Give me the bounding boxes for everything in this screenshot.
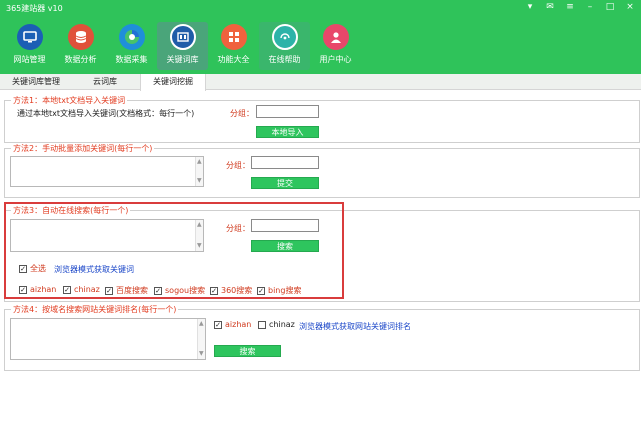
checkbox-box: ✓ — [19, 264, 27, 273]
toolbar-label: 关键词库 — [166, 55, 199, 64]
window-controls: ▾ ✉ ≡ – □ × — [525, 2, 635, 13]
message-icon[interactable]: ✉ — [545, 2, 555, 13]
toolbar-label: 用户中心 — [319, 55, 352, 64]
toolbar-keyword-library[interactable]: 关键词库 — [157, 22, 208, 70]
app-title: 365建站器 v10 — [6, 4, 63, 13]
method1-legend: 方法1：本地txt文档导入关键词 — [11, 95, 128, 106]
engine-360-checkbox[interactable]: ✓ 360搜索 — [210, 285, 252, 296]
tab-keyword-mining[interactable]: 关键词挖掘 — [140, 74, 206, 91]
tab-bar: 关键词库管理 云词库 关键词挖掘 — [0, 74, 641, 91]
headset-icon — [271, 24, 298, 50]
apps-grid-icon — [220, 24, 247, 50]
engine-chinaz-checkbox[interactable]: ✓ chinaz — [63, 285, 100, 294]
close-button[interactable]: × — [625, 2, 635, 13]
method1-description: 通过本地txt文档导入关键词(文档格式：每行一个) — [17, 109, 195, 118]
toolbar-label: 功能大全 — [217, 55, 250, 64]
method2-legend: 方法2：手动批量添加关键词(每行一个) — [11, 143, 155, 154]
top-bar: 365建站器 v10 ▾ ✉ ≡ – □ × 网站管理 数据分析 数据采集 关键… — [0, 0, 641, 74]
select-all-checkbox[interactable]: ✓ 全选 — [19, 263, 46, 274]
main-toolbar: 网站管理 数据分析 数据采集 关键词库 功能大全 在线帮助 用户中心 — [4, 22, 361, 70]
method4-browser-mode[interactable]: 浏览器模式获取网站关键词排名 — [299, 321, 411, 332]
engine-aizhan-checkbox[interactable]: ✓ aizhan — [19, 285, 56, 294]
method1-group: 方法1：本地txt文档导入关键词 — [4, 95, 640, 143]
method2-group-label: 分组： — [226, 161, 250, 170]
method4-aizhan-checkbox[interactable]: ✓ aizhan — [214, 320, 251, 329]
minimize-button[interactable]: – — [585, 2, 595, 13]
toolbar-data-collect[interactable]: 数据采集 — [106, 22, 157, 70]
toolbar-data-analysis[interactable]: 数据分析 — [55, 22, 106, 70]
method4-chinaz-checkbox[interactable]: chinaz — [258, 320, 295, 329]
engine-sogou-checkbox[interactable]: ✓ sogou搜索 — [154, 285, 205, 296]
toolbar-online-help[interactable]: 在线帮助 — [259, 22, 310, 70]
method3-keywords-textarea[interactable]: ▲ ▼ — [10, 219, 204, 252]
keyword-library-icon — [169, 24, 196, 50]
toolbar-label: 网站管理 — [13, 55, 46, 64]
method4-domains-textarea[interactable]: ▲ ▼ — [10, 318, 206, 360]
menu-icon[interactable]: ≡ — [565, 2, 575, 13]
user-icon — [322, 24, 349, 50]
browser-icon — [118, 24, 145, 50]
maximize-button[interactable]: □ — [605, 2, 615, 13]
method3-group-label: 分组： — [226, 224, 250, 233]
method1-group-input[interactable] — [256, 105, 319, 118]
method1-group-label: 分组： — [230, 109, 254, 118]
engine-baidu-checkbox[interactable]: ✓ 百度搜索 — [105, 285, 148, 296]
toolbar-site-manage[interactable]: 网站管理 — [4, 22, 55, 70]
local-import-button[interactable]: 本地导入 — [256, 126, 319, 138]
method2-group-input[interactable] — [251, 156, 319, 169]
textarea-scrollbar[interactable]: ▲ ▼ — [197, 319, 205, 359]
method4-search-button[interactable]: 搜索 — [214, 345, 281, 357]
toolbar-label: 数据分析 — [64, 55, 97, 64]
method2-submit-button[interactable]: 提交 — [251, 177, 319, 189]
monitor-icon — [16, 24, 43, 50]
method2-keywords-textarea[interactable]: ▲ ▼ — [10, 156, 204, 187]
toolbar-label: 在线帮助 — [268, 55, 301, 64]
tab-cloud-library[interactable]: 云词库 — [80, 74, 130, 90]
toolbar-user-center[interactable]: 用户中心 — [310, 22, 361, 70]
toolbar-label: 数据采集 — [115, 55, 148, 64]
tab-keyword-library-manage[interactable]: 关键词库管理 — [6, 74, 66, 90]
method3-search-button[interactable]: 搜索 — [251, 240, 319, 252]
database-icon — [67, 24, 94, 50]
textarea-scrollbar[interactable]: ▲ ▼ — [195, 220, 203, 251]
method3-browser-mode[interactable]: 浏览器模式获取关键词 — [54, 264, 134, 275]
engine-bing-checkbox[interactable]: ✓ bing搜索 — [257, 285, 301, 296]
skin-menu-icon[interactable]: ▾ — [525, 2, 535, 13]
select-all-label: 全选 — [30, 264, 46, 273]
method3-group-input[interactable] — [251, 219, 319, 232]
method4-legend: 方法4：按域名搜索网站关键词排名(每行一个) — [11, 304, 179, 315]
textarea-scrollbar[interactable]: ▲ ▼ — [195, 157, 203, 186]
toolbar-features[interactable]: 功能大全 — [208, 22, 259, 70]
